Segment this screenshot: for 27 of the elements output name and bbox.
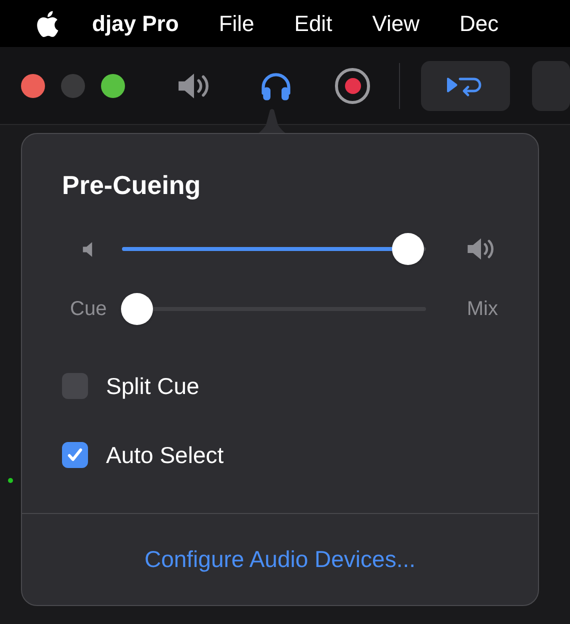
- record-button[interactable]: [335, 68, 370, 104]
- speaker-low-icon: [82, 240, 93, 258]
- speaker-high-icon: [466, 237, 496, 261]
- record-icon: [344, 78, 361, 94]
- loop-button[interactable]: [420, 60, 510, 110]
- mix-label: Mix: [466, 297, 498, 322]
- configure-link[interactable]: Configure Audio Devices...: [144, 542, 416, 577]
- zoom-button[interactable]: [101, 74, 125, 98]
- cue-label: Cue: [70, 297, 107, 322]
- checkbox[interactable]: [62, 373, 88, 400]
- popover-title: Pre-Cueing: [62, 169, 202, 202]
- slider[interactable]: [122, 293, 426, 325]
- menu-item[interactable]: View: [372, 7, 420, 40]
- close-button[interactable]: [21, 74, 45, 98]
- apple-logo-icon[interactable]: [34, 10, 60, 38]
- menu-item[interactable]: Edit: [294, 7, 332, 40]
- checkmark-icon: [66, 446, 84, 464]
- app-name-menu[interactable]: djay Pro: [92, 7, 179, 40]
- slider-thumb[interactable]: [121, 293, 154, 325]
- slider[interactable]: [122, 233, 426, 265]
- menu-item[interactable]: Dec: [459, 7, 499, 40]
- slider-thumb[interactable]: [392, 233, 424, 265]
- checkbox[interactable]: [62, 442, 88, 468]
- speaker-icon: [177, 72, 212, 100]
- menu-item[interactable]: File: [218, 7, 254, 40]
- checkbox-label: Split Cue: [106, 372, 200, 401]
- checkbox-label: Auto Select: [106, 440, 224, 470]
